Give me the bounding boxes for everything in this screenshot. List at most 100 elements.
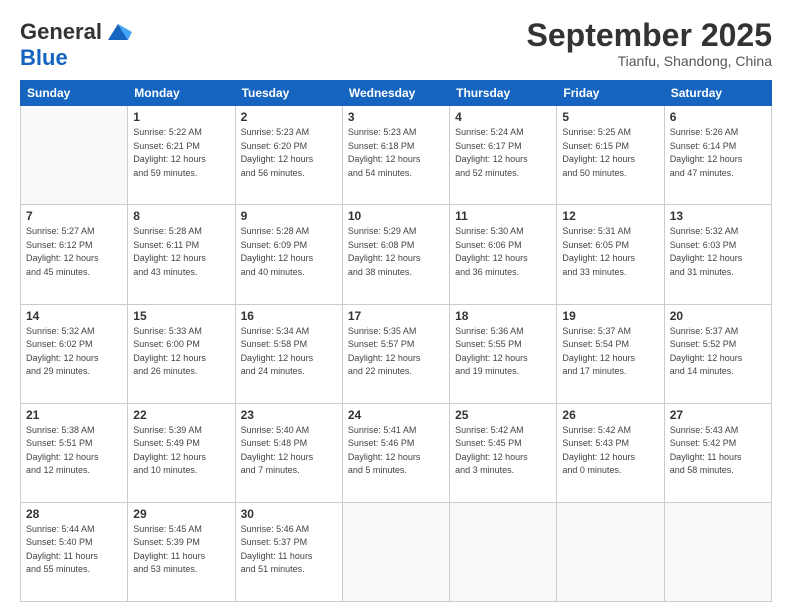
day-info: Sunrise: 5:32 AM Sunset: 6:03 PM Dayligh… [670,225,766,279]
col-tuesday: Tuesday [235,81,342,106]
col-saturday: Saturday [664,81,771,106]
day-info: Sunrise: 5:23 AM Sunset: 6:18 PM Dayligh… [348,126,444,180]
day-number: 28 [26,507,122,521]
table-row: 19 Sunrise: 5:37 AM Sunset: 5:54 PM Dayli… [557,304,664,403]
table-row: 6 Sunrise: 5:26 AM Sunset: 6:14 PM Daylig… [664,106,771,205]
col-monday: Monday [128,81,235,106]
day-info: Sunrise: 5:40 AM Sunset: 5:48 PM Dayligh… [241,424,337,478]
day-info: Sunrise: 5:41 AM Sunset: 5:46 PM Dayligh… [348,424,444,478]
day-info: Sunrise: 5:26 AM Sunset: 6:14 PM Dayligh… [670,126,766,180]
title-block: September 2025 Tianfu, Shandong, China [527,18,772,69]
table-row: 12Sunrise: 5:31 AM Sunset: 6:05 PM Dayli… [557,205,664,304]
day-number: 10 [348,209,444,223]
table-row [557,502,664,601]
day-number: 23 [241,408,337,422]
day-info: Sunrise: 5:33 AM Sunset: 6:00 PM Dayligh… [133,325,229,379]
day-info: Sunrise: 5:37 AM Sunset: 5:54 PM Dayligh… [562,325,658,379]
day-info: Sunrise: 5:24 AM Sunset: 6:17 PM Dayligh… [455,126,551,180]
day-number: 15 [133,309,229,323]
table-row: 23 Sunrise: 5:40 AM Sunset: 5:48 PM Dayli… [235,403,342,502]
logo: General Blue [20,18,132,70]
day-number: 27 [670,408,766,422]
calendar-week-row: 7 Sunrise: 5:27 AM Sunset: 6:12 PM Daylig… [21,205,772,304]
calendar-table: Sunday Monday Tuesday Wednesday Thursday… [20,80,772,602]
table-row: 22Sunrise: 5:39 AM Sunset: 5:49 PM Dayli… [128,403,235,502]
calendar-week-row: 28 Sunrise: 5:44 AM Sunset: 5:40 PM Dayli… [21,502,772,601]
table-row: 26 Sunrise: 5:42 AM Sunset: 5:43 PM Dayli… [557,403,664,502]
day-info: Sunrise: 5:46 AM Sunset: 5:37 PM Dayligh… [241,523,337,577]
table-row [450,502,557,601]
day-number: 19 [562,309,658,323]
day-info: Sunrise: 5:23 AM Sunset: 6:20 PM Dayligh… [241,126,337,180]
day-number: 24 [348,408,444,422]
table-row [342,502,449,601]
table-row: 14 Sunrise: 5:32 AM Sunset: 6:02 PM Dayli… [21,304,128,403]
day-number: 17 [348,309,444,323]
day-number: 29 [133,507,229,521]
day-info: Sunrise: 5:30 AM Sunset: 6:06 PM Dayligh… [455,225,551,279]
header: General Blue September 2025 Tianfu, Shan… [20,18,772,70]
day-info: Sunrise: 5:35 AM Sunset: 5:57 PM Dayligh… [348,325,444,379]
day-number: 8 [133,209,229,223]
day-number: 5 [562,110,658,124]
day-number: 3 [348,110,444,124]
table-row: 18Sunrise: 5:36 AM Sunset: 5:55 PM Dayli… [450,304,557,403]
day-number: 18 [455,309,551,323]
day-info: Sunrise: 5:32 AM Sunset: 6:02 PM Dayligh… [26,325,122,379]
day-number: 11 [455,209,551,223]
page: General Blue September 2025 Tianfu, Shan… [0,0,792,612]
day-number: 20 [670,309,766,323]
day-info: Sunrise: 5:38 AM Sunset: 5:51 PM Dayligh… [26,424,122,478]
table-row: 21 Sunrise: 5:38 AM Sunset: 5:51 PM Dayli… [21,403,128,502]
table-row: 17 Sunrise: 5:35 AM Sunset: 5:57 PM Dayli… [342,304,449,403]
day-number: 12 [562,209,658,223]
day-number: 1 [133,110,229,124]
col-thursday: Thursday [450,81,557,106]
day-number: 22 [133,408,229,422]
day-info: Sunrise: 5:42 AM Sunset: 5:43 PM Dayligh… [562,424,658,478]
table-row [664,502,771,601]
col-wednesday: Wednesday [342,81,449,106]
table-row: 27Sunrise: 5:43 AM Sunset: 5:42 PM Dayli… [664,403,771,502]
day-number: 25 [455,408,551,422]
logo-text-blue: Blue [20,46,132,70]
table-row: 9 Sunrise: 5:28 AM Sunset: 6:09 PM Daylig… [235,205,342,304]
day-info: Sunrise: 5:22 AM Sunset: 6:21 PM Dayligh… [133,126,229,180]
day-info: Sunrise: 5:34 AM Sunset: 5:58 PM Dayligh… [241,325,337,379]
logo-text-general: General [20,20,102,44]
calendar-week-row: 21 Sunrise: 5:38 AM Sunset: 5:51 PM Dayli… [21,403,772,502]
table-row: 13 Sunrise: 5:32 AM Sunset: 6:03 PM Dayli… [664,205,771,304]
table-row: 2 Sunrise: 5:23 AM Sunset: 6:20 PM Daylig… [235,106,342,205]
day-number: 6 [670,110,766,124]
col-friday: Friday [557,81,664,106]
day-info: Sunrise: 5:27 AM Sunset: 6:12 PM Dayligh… [26,225,122,279]
table-row: 16 Sunrise: 5:34 AM Sunset: 5:58 PM Dayli… [235,304,342,403]
calendar-header-row: Sunday Monday Tuesday Wednesday Thursday… [21,81,772,106]
day-info: Sunrise: 5:42 AM Sunset: 5:45 PM Dayligh… [455,424,551,478]
day-info: Sunrise: 5:28 AM Sunset: 6:11 PM Dayligh… [133,225,229,279]
day-info: Sunrise: 5:44 AM Sunset: 5:40 PM Dayligh… [26,523,122,577]
day-number: 13 [670,209,766,223]
table-row [21,106,128,205]
table-row: 29Sunrise: 5:45 AM Sunset: 5:39 PM Dayli… [128,502,235,601]
day-number: 30 [241,507,337,521]
day-info: Sunrise: 5:37 AM Sunset: 5:52 PM Dayligh… [670,325,766,379]
day-number: 4 [455,110,551,124]
day-number: 26 [562,408,658,422]
table-row: 28 Sunrise: 5:44 AM Sunset: 5:40 PM Dayli… [21,502,128,601]
table-row: 24 Sunrise: 5:41 AM Sunset: 5:46 PM Dayli… [342,403,449,502]
table-row: 20 Sunrise: 5:37 AM Sunset: 5:52 PM Dayli… [664,304,771,403]
table-row: 4 Sunrise: 5:24 AM Sunset: 6:17 PM Daylig… [450,106,557,205]
day-info: Sunrise: 5:28 AM Sunset: 6:09 PM Dayligh… [241,225,337,279]
day-number: 2 [241,110,337,124]
day-number: 21 [26,408,122,422]
location-subtitle: Tianfu, Shandong, China [527,53,772,69]
table-row: 25 Sunrise: 5:42 AM Sunset: 5:45 PM Dayli… [450,403,557,502]
calendar-week-row: 14 Sunrise: 5:32 AM Sunset: 6:02 PM Dayli… [21,304,772,403]
day-number: 14 [26,309,122,323]
col-sunday: Sunday [21,81,128,106]
day-number: 9 [241,209,337,223]
day-number: 16 [241,309,337,323]
day-number: 7 [26,209,122,223]
table-row: 7 Sunrise: 5:27 AM Sunset: 6:12 PM Daylig… [21,205,128,304]
